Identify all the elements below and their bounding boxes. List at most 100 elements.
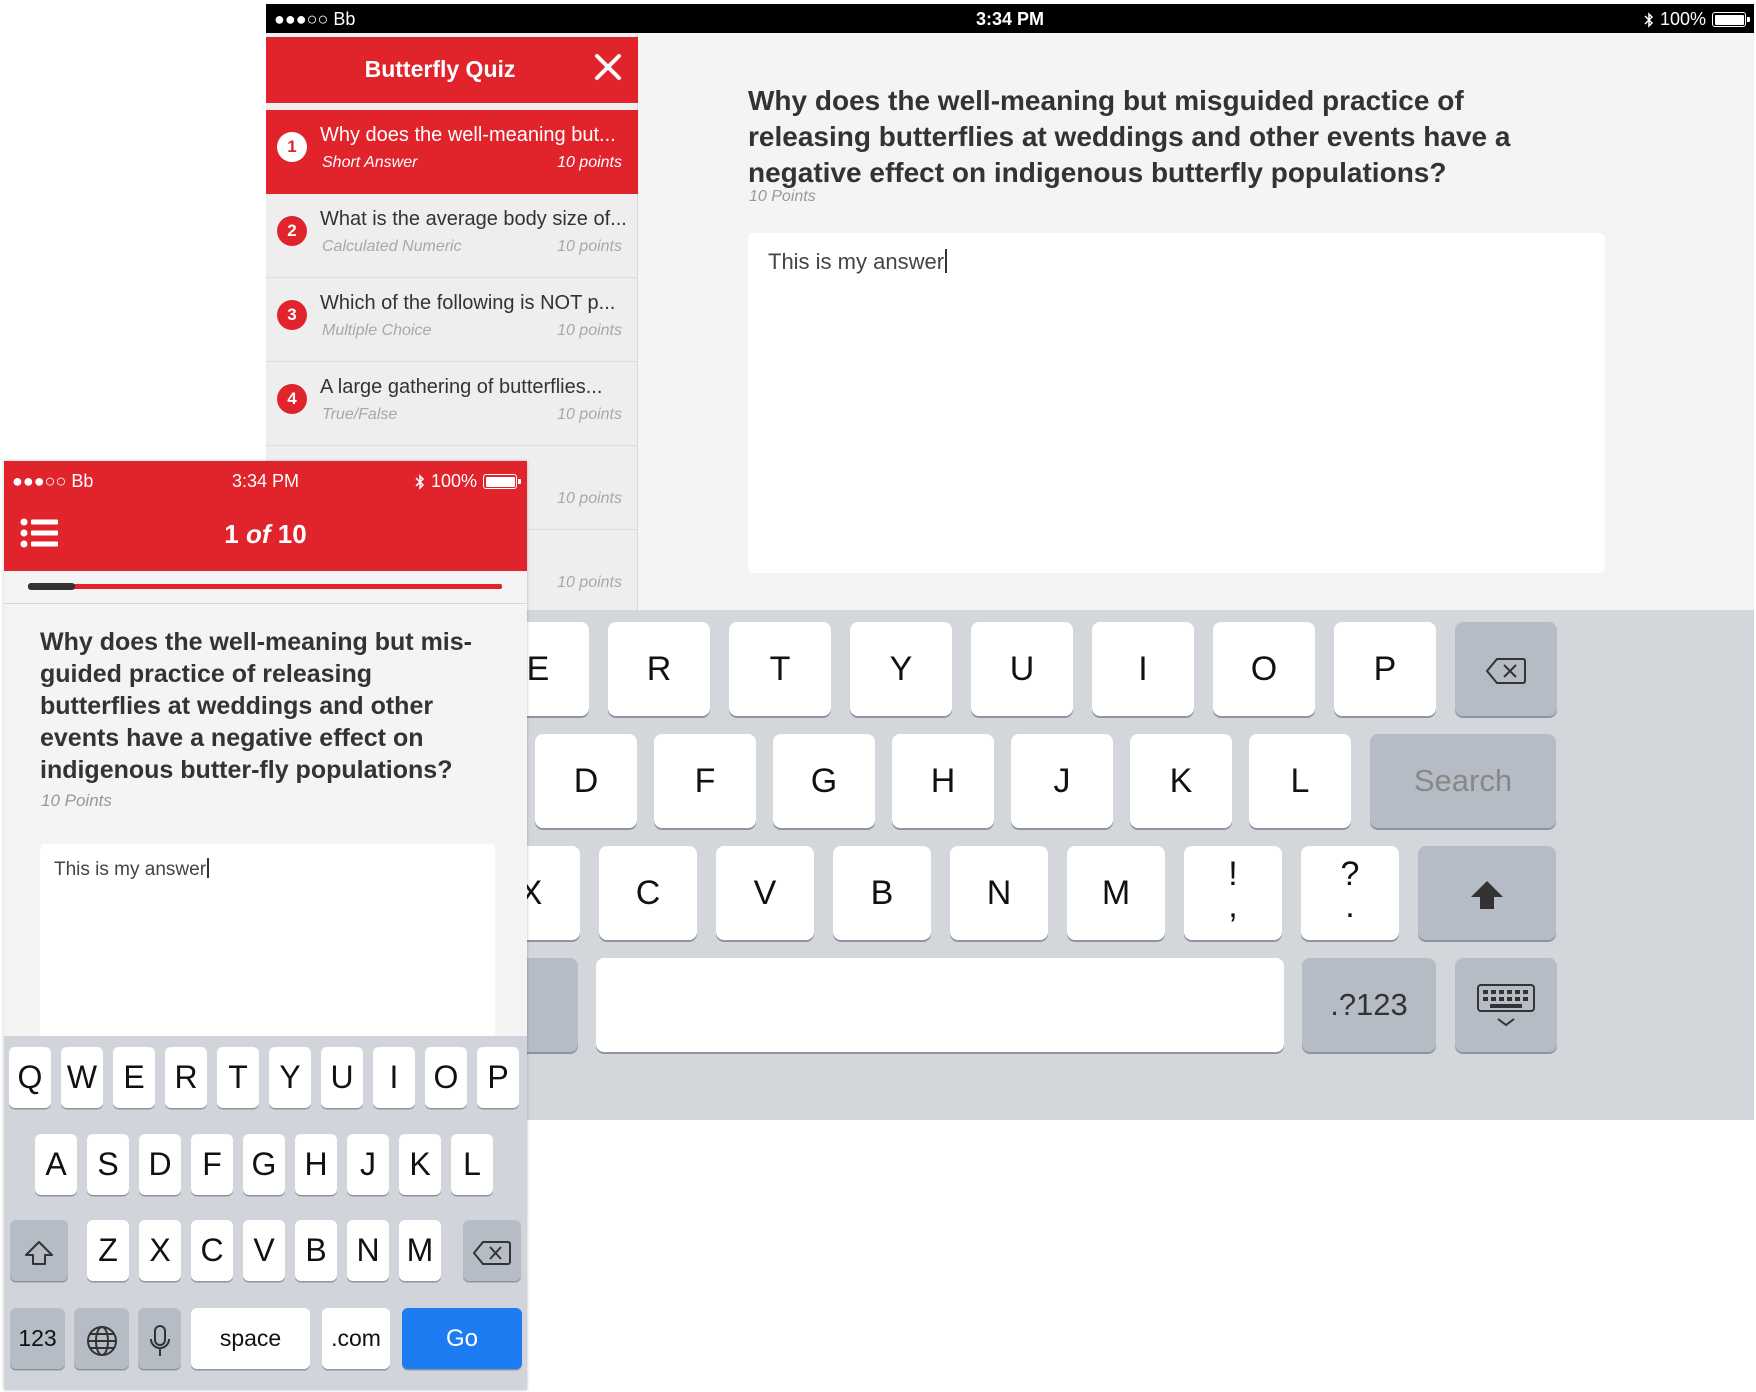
text-cursor <box>945 249 947 273</box>
key-question-period[interactable]: ?. <box>1301 846 1399 940</box>
key-y[interactable]: Y <box>850 622 952 716</box>
key-z[interactable]: Z <box>87 1220 129 1281</box>
key-m[interactable]: M <box>1067 846 1165 940</box>
key-v[interactable]: V <box>716 846 814 940</box>
backspace-key[interactable] <box>463 1220 521 1281</box>
key-o[interactable]: O <box>425 1047 467 1108</box>
key-j[interactable]: J <box>347 1134 389 1195</box>
microphone-icon <box>149 1324 170 1356</box>
key-k[interactable]: K <box>399 1134 441 1195</box>
quiz-title: Butterfly Quiz <box>364 56 516 82</box>
shift-icon <box>1471 881 1503 910</box>
key-o[interactable]: O <box>1213 622 1315 716</box>
key-s[interactable]: S <box>87 1134 129 1195</box>
close-icon[interactable] <box>590 49 626 85</box>
answer-textarea[interactable]: This is my answer <box>748 233 1605 573</box>
question-list-item-1[interactable]: 1 Why does the well-meaning but... Short… <box>266 110 638 194</box>
key-b[interactable]: B <box>833 846 931 940</box>
key-w[interactable]: W <box>61 1047 103 1108</box>
key-v[interactable]: V <box>243 1220 285 1281</box>
numbers-key[interactable]: 123 <box>10 1308 65 1369</box>
battery-icon <box>1712 12 1750 27</box>
question-type: Multiple Choice <box>322 322 432 339</box>
status-time: 3:34 PM <box>975 9 1045 29</box>
quiz-progress-bar <box>28 583 502 590</box>
phone-status-bar: ●●●○○ Bb 3:34 PM 100% <box>4 461 527 501</box>
key-i[interactable]: I <box>1092 622 1194 716</box>
question-list-item-3[interactable]: 3 Which of the following is NOT p... Mul… <box>266 278 638 362</box>
question-points-label: 10 Points <box>749 188 816 205</box>
key-n[interactable]: N <box>950 846 1048 940</box>
question-type: Calculated Numeric <box>322 238 462 255</box>
key-m[interactable]: M <box>399 1220 441 1281</box>
key-k[interactable]: K <box>1130 734 1232 828</box>
keyboard-dismiss-icon <box>1477 984 1535 1027</box>
key-y[interactable]: Y <box>269 1047 311 1108</box>
key-j[interactable]: J <box>1011 734 1113 828</box>
microphone-key[interactable] <box>138 1308 181 1369</box>
question-text: Why does the well-meaning but mis-guided… <box>40 628 472 784</box>
key-n[interactable]: N <box>347 1220 389 1281</box>
bluetooth-icon <box>1644 11 1654 28</box>
shift-icon <box>25 1240 53 1265</box>
key-t[interactable]: T <box>217 1047 259 1108</box>
question-type: Short Answer <box>322 154 418 171</box>
globe-key[interactable] <box>74 1308 129 1369</box>
key-r[interactable]: R <box>608 622 710 716</box>
key-c[interactable]: C <box>191 1220 233 1281</box>
key-e[interactable]: E <box>113 1047 155 1108</box>
key-r[interactable]: R <box>165 1047 207 1108</box>
key-exclamation-comma[interactable]: !, <box>1184 846 1282 940</box>
key-a[interactable]: A <box>35 1134 77 1195</box>
key-f[interactable]: F <box>191 1134 233 1195</box>
question-list-title: Which of the following is NOT p... <box>320 292 616 314</box>
battery-percent: 100% <box>430 471 477 491</box>
search-key[interactable]: Search <box>1370 734 1556 828</box>
question-points: 10 points <box>557 238 622 255</box>
key-g[interactable]: G <box>773 734 875 828</box>
answer-text: This is my answer <box>54 859 207 880</box>
key-p[interactable]: P <box>477 1047 519 1108</box>
question-type: True/False <box>322 406 398 423</box>
phone-keyboard: Q W E R T Y U I O P A S D F G H J K L Z … <box>4 1036 527 1390</box>
question-list-item-2[interactable]: 2 What is the average body size of... Ca… <box>266 194 638 278</box>
space-key[interactable]: space <box>191 1308 310 1369</box>
question-list-title: What is the average body size of... <box>320 208 627 230</box>
key-h[interactable]: H <box>892 734 994 828</box>
space-key[interactable] <box>596 958 1284 1052</box>
question-list-item-4[interactable]: 4 A large gathering of butterflies... Tr… <box>266 362 638 446</box>
key-g[interactable]: G <box>243 1134 285 1195</box>
key-t[interactable]: T <box>729 622 831 716</box>
key-b[interactable]: B <box>295 1220 337 1281</box>
key-c[interactable]: C <box>599 846 697 940</box>
question-number-badge: 2 <box>277 216 307 246</box>
dotcom-key[interactable]: .com <box>322 1308 390 1369</box>
answer-text: This is my answer <box>768 249 945 274</box>
divider <box>4 603 527 604</box>
backspace-key[interactable] <box>1455 622 1557 716</box>
key-h[interactable]: H <box>295 1134 337 1195</box>
shift-key[interactable] <box>1418 846 1556 940</box>
question-number-badge: 3 <box>277 300 307 330</box>
text-cursor <box>207 858 209 878</box>
question-points: 10 points <box>557 406 622 423</box>
globe-icon <box>86 1325 117 1356</box>
dismiss-keyboard-key[interactable] <box>1455 958 1557 1052</box>
key-i[interactable]: I <box>373 1047 415 1108</box>
question-progress-title: 1 of 10 <box>224 519 307 549</box>
numbers-key[interactable]: .?123 <box>1302 958 1436 1052</box>
key-l[interactable]: L <box>451 1134 493 1195</box>
key-p[interactable]: P <box>1334 622 1436 716</box>
key-q[interactable]: Q <box>9 1047 51 1108</box>
shift-key[interactable] <box>10 1220 68 1281</box>
answer-textarea[interactable]: This is my answer <box>40 844 495 1044</box>
key-f[interactable]: F <box>654 734 756 828</box>
question-points: 10 points <box>557 154 622 171</box>
key-d[interactable]: D <box>535 734 637 828</box>
key-u[interactable]: U <box>971 622 1073 716</box>
key-l[interactable]: L <box>1249 734 1351 828</box>
key-x[interactable]: X <box>139 1220 181 1281</box>
go-button[interactable]: Go <box>402 1308 522 1369</box>
key-u[interactable]: U <box>321 1047 363 1108</box>
key-d[interactable]: D <box>139 1134 181 1195</box>
